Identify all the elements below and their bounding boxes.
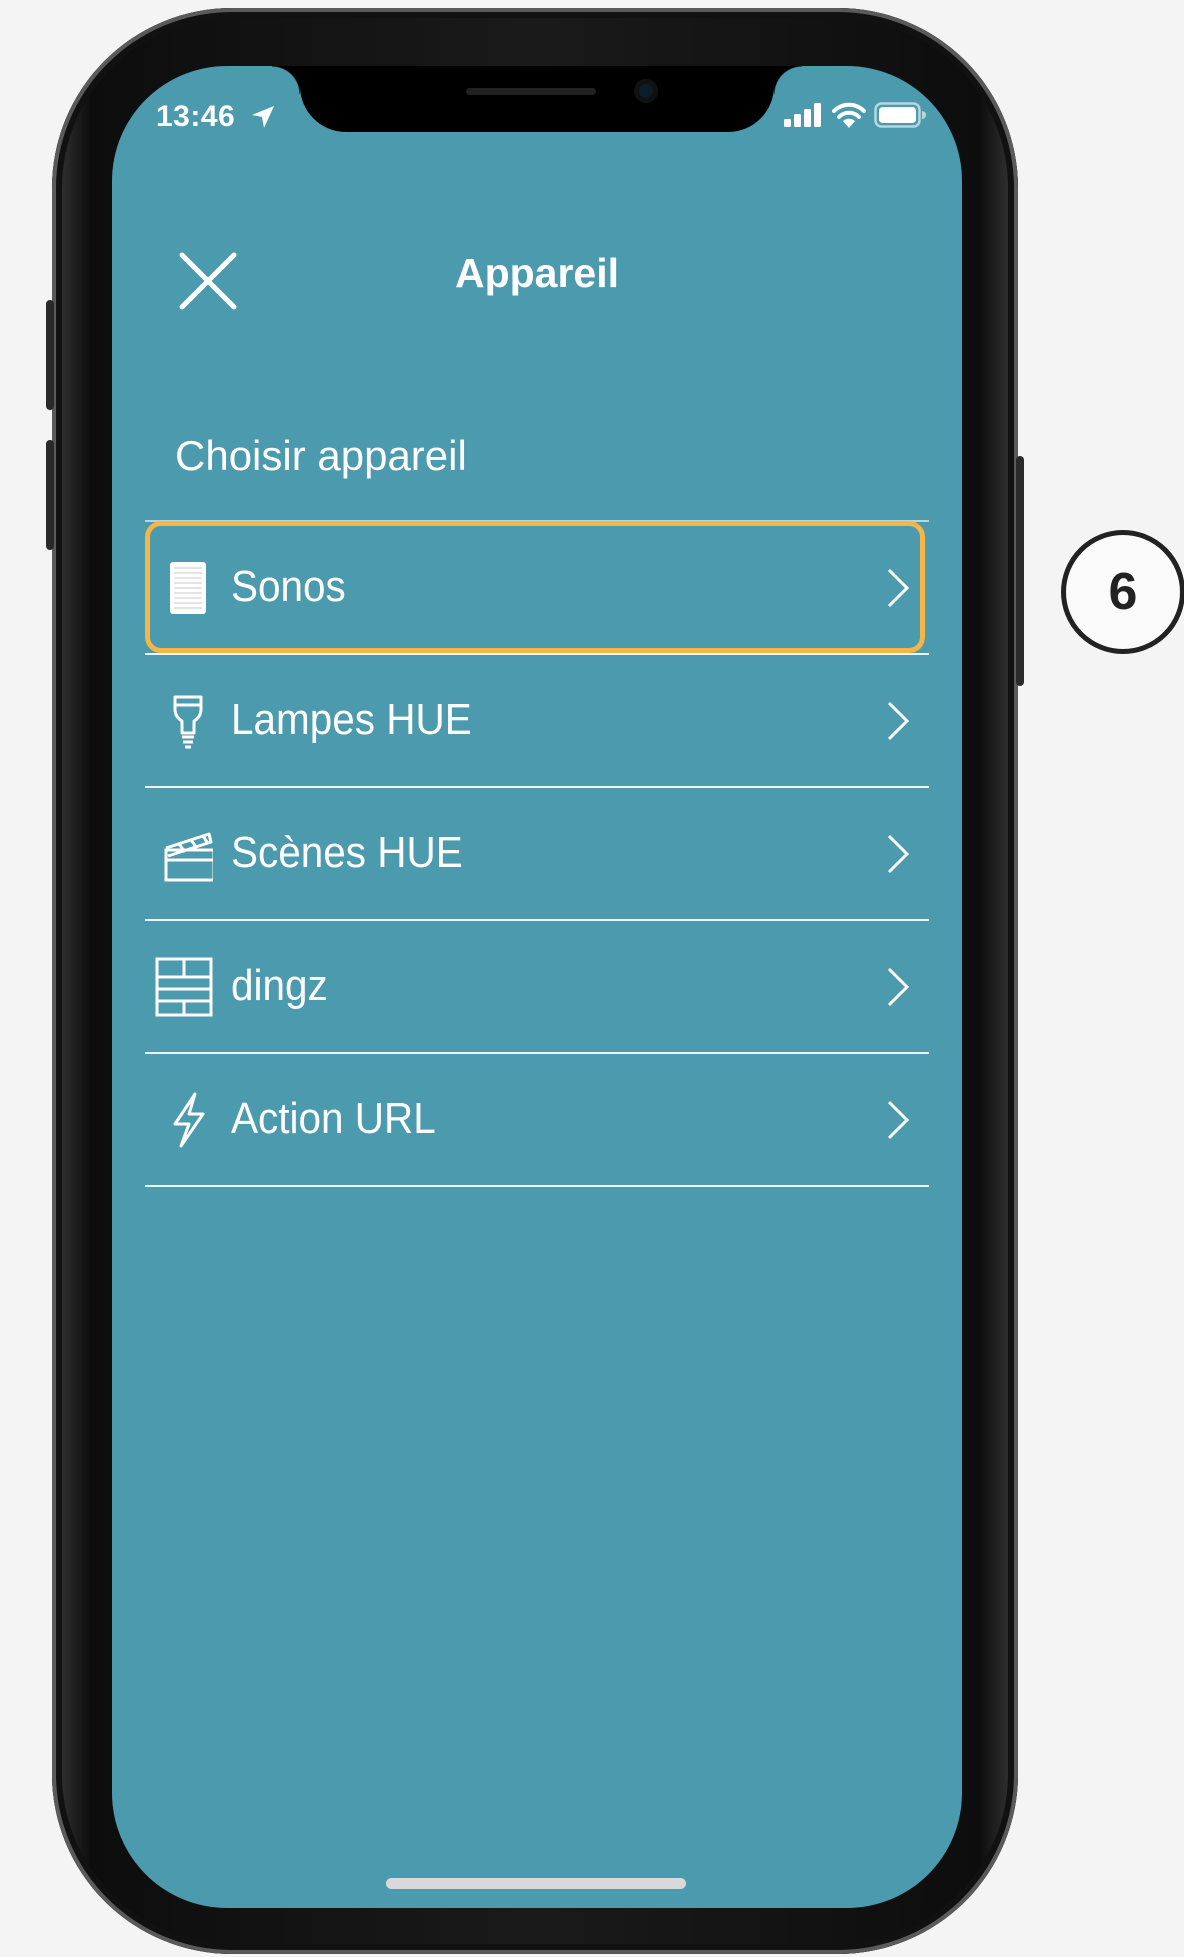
phone-notch xyxy=(272,66,802,132)
chevron-right-icon xyxy=(887,967,910,1007)
phone-screen: 13:46 Appareil Choisir appareil Sonos La… xyxy=(112,66,962,1908)
light-bulb-icon xyxy=(173,695,203,749)
home-indicator[interactable] xyxy=(386,1878,686,1889)
device-item-lampes-hue[interactable]: Lampes HUE xyxy=(145,655,929,788)
device-label: Scènes HUE xyxy=(231,828,463,877)
page-title: Appareil xyxy=(454,250,620,296)
device-label: Lampes HUE xyxy=(231,695,472,744)
device-item-scenes-hue[interactable]: Scènes HUE xyxy=(145,788,929,921)
wifi-icon xyxy=(832,102,866,128)
speaker-grille xyxy=(466,88,596,95)
clapperboard-icon xyxy=(164,832,213,882)
phone-side-button xyxy=(1016,456,1024,686)
phone-volume-button xyxy=(46,440,54,550)
phone-volume-button xyxy=(46,300,54,410)
device-item-action-url[interactable]: Action URL xyxy=(145,1054,929,1187)
section-label: Choisir appareil xyxy=(175,432,467,479)
lightning-icon xyxy=(173,1092,205,1148)
battery-icon xyxy=(874,102,926,128)
highlight-box xyxy=(145,521,925,653)
location-arrow-icon xyxy=(252,106,274,128)
chevron-right-icon xyxy=(887,701,910,741)
status-icons xyxy=(784,102,926,128)
chevron-right-icon xyxy=(887,834,910,874)
signal-icon xyxy=(784,103,821,127)
step-badge: 6 xyxy=(1061,530,1184,654)
device-label: Action URL xyxy=(231,1094,436,1143)
chevron-right-icon xyxy=(887,1100,910,1140)
device-label: dingz xyxy=(231,961,328,1010)
status-time: 13:46 xyxy=(156,100,236,133)
device-item-dingz[interactable]: dingz xyxy=(145,921,929,1054)
dingz-switch-icon xyxy=(155,957,213,1017)
front-camera xyxy=(634,79,658,103)
